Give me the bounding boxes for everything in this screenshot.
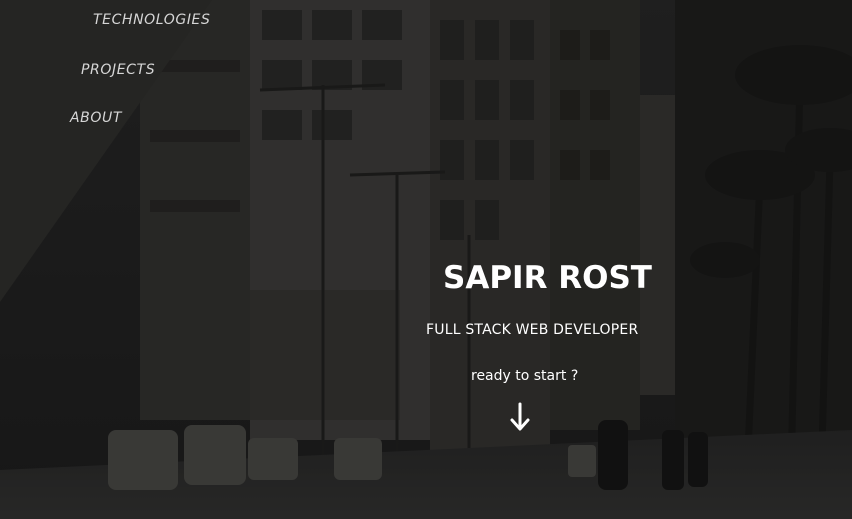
hero-role-subtitle: FULL STACK WEB DEVELOPER (426, 322, 639, 338)
hero-section: TECHNOLOGIES PROJECTS ABOUT SAPIR ROST F… (0, 0, 852, 519)
nav-link-projects[interactable]: PROJECTS (81, 62, 155, 78)
arrow-down-icon[interactable] (509, 402, 531, 432)
nav-link-technologies[interactable]: TECHNOLOGIES (93, 12, 211, 28)
nav-link-about[interactable]: ABOUT (70, 110, 122, 126)
hero-name-heading: SAPIR ROST (443, 260, 652, 296)
hero-cta-text: ready to start ? (471, 368, 579, 384)
